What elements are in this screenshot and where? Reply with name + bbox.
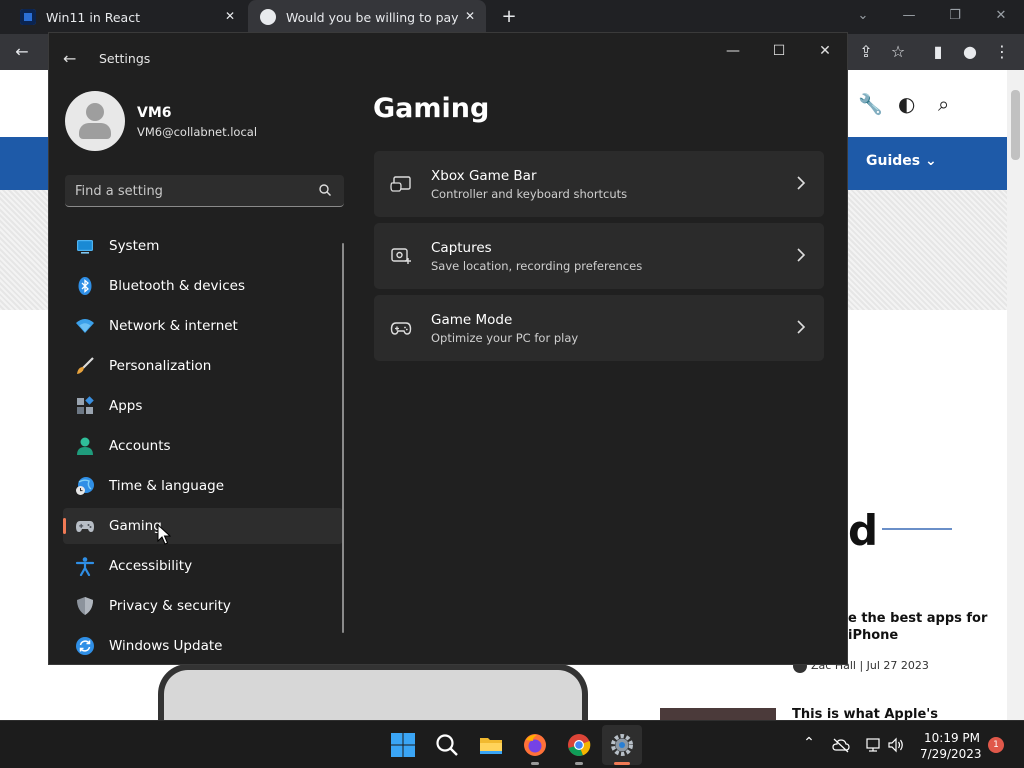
nav-item-time-language[interactable]: Time & language xyxy=(63,468,343,504)
windows-start-icon[interactable] xyxy=(390,732,416,758)
section-heading-fragment: d xyxy=(848,506,879,555)
clock-date: 7/29/2023 xyxy=(920,747,982,761)
user-email: VM6@collabnet.local xyxy=(137,125,258,139)
volume-icon[interactable] xyxy=(887,737,905,753)
window-title: Settings xyxy=(99,51,151,66)
gamepad-icon xyxy=(390,322,412,335)
bookmark-star-icon[interactable]: ☆ xyxy=(886,40,910,64)
chrome-icon[interactable] xyxy=(566,732,592,758)
search-input[interactable] xyxy=(75,181,305,201)
browser-tab-article[interactable]: Would you be willing to pay a hig ✕ xyxy=(248,0,486,34)
back-arrow-icon[interactable]: ← xyxy=(10,40,34,64)
nav-item-apps[interactable]: Apps xyxy=(63,388,343,424)
clock[interactable]: 10:19 PM 7/29/2023 xyxy=(920,730,982,762)
back-arrow-icon[interactable]: ← xyxy=(63,49,76,68)
shield-icon xyxy=(77,597,93,615)
nav-item-windows-update[interactable]: Windows Update xyxy=(63,628,343,664)
card-game-mode[interactable]: Game Mode Optimize your PC for play xyxy=(374,295,824,361)
capture-icon xyxy=(391,248,411,264)
page-scrollbar[interactable] xyxy=(1007,70,1024,720)
globe-clock-icon xyxy=(76,477,94,495)
mouse-cursor-icon xyxy=(157,524,171,545)
card-xbox-game-bar[interactable]: Xbox Game Bar Controller and keyboard sh… xyxy=(374,151,824,217)
bluetooth-icon xyxy=(78,277,92,295)
user-name: VM6 xyxy=(137,105,172,121)
heading-underline xyxy=(882,528,952,530)
maximize-icon[interactable]: ☐ xyxy=(769,41,789,61)
close-tab-icon[interactable]: ✕ xyxy=(462,8,478,24)
nav-item-bluetooth[interactable]: Bluetooth & devices xyxy=(63,268,343,304)
share-icon[interactable]: ⇪ xyxy=(854,40,878,64)
chevron-right-icon xyxy=(797,320,806,334)
account-icon xyxy=(77,437,93,455)
scrollbar-thumb[interactable] xyxy=(1011,90,1020,160)
firefox-icon[interactable] xyxy=(522,732,548,758)
game-bar-icon xyxy=(390,176,411,192)
system-icon xyxy=(77,240,93,254)
site-search-icon[interactable]: ⌕ xyxy=(938,92,949,116)
close-icon[interactable]: ✕ xyxy=(815,41,835,61)
notification-badge[interactable]: 1 xyxy=(988,737,1004,753)
chrome-running-indicator xyxy=(575,762,583,765)
phone-image xyxy=(158,664,588,720)
tab-search-icon[interactable]: ⌄ xyxy=(852,6,874,26)
close-tab-icon[interactable]: ✕ xyxy=(222,8,238,24)
onedrive-offline-icon[interactable] xyxy=(832,737,850,753)
accessibility-icon xyxy=(75,557,95,576)
card-captures[interactable]: Captures Save location, recording prefer… xyxy=(374,223,824,289)
search-icon[interactable] xyxy=(318,183,332,197)
minimize-icon[interactable]: — xyxy=(898,6,920,26)
wrench-icon[interactable]: 🔧 xyxy=(858,92,883,116)
settings-active-indicator xyxy=(614,762,630,765)
firefox-running-indicator xyxy=(531,762,539,765)
guides-menu[interactable]: Guides ⌄ xyxy=(866,153,937,169)
settings-search[interactable] xyxy=(65,175,344,207)
side-panel-icon[interactable]: ▮ xyxy=(926,40,950,64)
browser-tab-win11[interactable]: Win11 in React ✕ xyxy=(0,0,246,34)
new-tab-button[interactable]: + xyxy=(500,8,518,26)
nav-item-privacy[interactable]: Privacy & security xyxy=(63,588,343,624)
nav-item-gaming[interactable]: Gaming xyxy=(63,508,343,544)
menu-kebab-icon[interactable]: ⋮ xyxy=(990,40,1014,64)
settings-gear-icon[interactable] xyxy=(609,732,635,758)
nav-item-personalization[interactable]: Personalization xyxy=(63,348,343,384)
close-window-icon[interactable]: ✕ xyxy=(990,6,1012,26)
restore-icon[interactable]: ❐ xyxy=(944,6,966,26)
show-hidden-icons-chevron-icon[interactable]: ⌃ xyxy=(800,735,818,751)
gamepad-icon xyxy=(76,521,94,532)
nav-item-network[interactable]: Network & internet xyxy=(63,308,343,344)
win11-favicon-icon xyxy=(20,9,36,25)
profile-icon[interactable]: ● xyxy=(958,40,982,64)
browser-tabstrip: Win11 in React ✕ Would you be willing to… xyxy=(0,0,1024,34)
nav-item-accessibility[interactable]: Accessibility xyxy=(63,548,343,584)
chevron-right-icon xyxy=(797,176,806,190)
taskbar: ⌃ 10:19 PM 7/29/2023 1 xyxy=(0,720,1024,768)
article-title-link[interactable]: e the best apps for iPhone xyxy=(848,610,998,644)
brush-icon xyxy=(77,357,94,374)
settings-window: ← Settings — ☐ ✕ VM6 VM6@collabnet.local… xyxy=(48,32,848,665)
tab-title: Win11 in React xyxy=(46,9,140,25)
network-icon[interactable] xyxy=(864,737,882,753)
apps-icon xyxy=(77,396,94,414)
article-favicon-icon xyxy=(260,9,276,25)
user-avatar[interactable] xyxy=(65,91,125,151)
nav-scrollbar[interactable] xyxy=(342,243,344,633)
file-explorer-icon[interactable] xyxy=(478,732,504,758)
page-title: Gaming xyxy=(373,93,490,124)
chevron-right-icon xyxy=(797,248,806,262)
settings-nav: System Bluetooth & devices Network & int… xyxy=(63,228,343,664)
article2-title-link[interactable]: This is what Apple's xyxy=(792,707,938,720)
clock-time: 10:19 PM xyxy=(924,731,980,745)
article-thumbnail[interactable] xyxy=(660,708,776,720)
tab-title: Would you be willing to pay a hig xyxy=(286,9,462,25)
minimize-icon[interactable]: — xyxy=(723,41,743,61)
nav-item-system[interactable]: System xyxy=(63,228,343,264)
nav-item-accounts[interactable]: Accounts xyxy=(63,428,343,464)
wifi-icon xyxy=(76,319,94,333)
search-icon[interactable] xyxy=(434,732,460,758)
update-icon xyxy=(76,637,94,655)
theme-toggle-icon[interactable]: ◐ xyxy=(898,92,915,116)
